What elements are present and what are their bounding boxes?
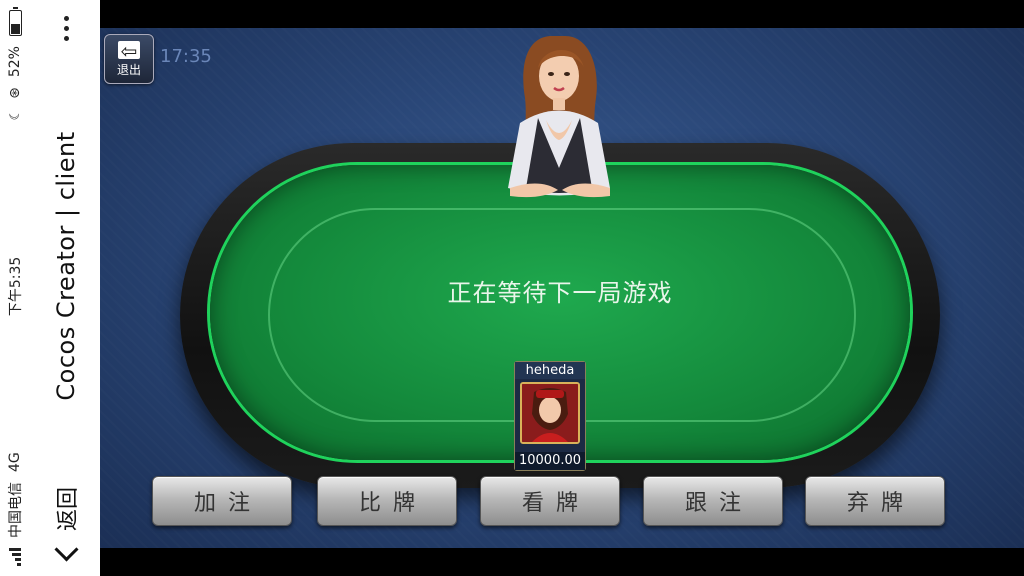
- letterbox-bar: [100, 548, 1024, 576]
- player-chip-count: 10000.00: [515, 452, 585, 470]
- network-label: 4G: [7, 452, 23, 472]
- dealer-illustration: [508, 36, 610, 198]
- chevron-left-icon: [53, 537, 79, 562]
- more-dot-icon: [63, 26, 69, 32]
- app-frame: 中国电信 4G 下午5:35 ☾ ⊛ 52% 返回 Cocos Creator …: [0, 0, 1024, 576]
- game-clock: 17:35: [160, 46, 212, 67]
- more-dot-icon: [63, 36, 69, 42]
- exit-button[interactable]: ⇦ 退出: [104, 34, 154, 84]
- view-cards-button[interactable]: 看牌: [480, 476, 620, 526]
- call-button[interactable]: 跟注: [643, 476, 783, 526]
- signal-icon: [9, 548, 21, 566]
- table-status-message: 正在等待下一局游戏: [447, 279, 673, 307]
- avatar-portrait-icon: [522, 384, 578, 442]
- exit-arrow-icon: ⇦: [118, 40, 140, 61]
- action-bar: 加注 比牌 看牌 跟注 弃牌: [100, 476, 1024, 531]
- more-dot-icon: [63, 16, 69, 22]
- fold-button[interactable]: 弃牌: [805, 476, 945, 526]
- lock-rotation-icon: ⊛: [7, 87, 23, 99]
- page-title: Cocos Creator | client: [52, 131, 80, 401]
- game-scene: ⇦ 退出 17:35 正在等待下一局游戏 heheda 10000.00 加注 …: [100, 28, 1024, 548]
- carrier-label: 中国电信: [8, 482, 24, 538]
- status-time: 下午5:35: [8, 256, 24, 317]
- more-menu-button[interactable]: [60, 12, 73, 45]
- battery-percent: 52%: [7, 46, 23, 78]
- navigation-row: 返回 Cocos Creator | client: [38, 0, 94, 576]
- player-name: heheda: [515, 362, 585, 379]
- battery-level: [10, 24, 20, 35]
- player-seat[interactable]: heheda 10000.00: [514, 361, 586, 471]
- back-label: 返回: [56, 486, 81, 531]
- raise-button[interactable]: 加注: [152, 476, 292, 526]
- compare-cards-button[interactable]: 比牌: [317, 476, 457, 526]
- back-button[interactable]: 返回: [50, 487, 82, 564]
- battery-icon: [8, 10, 22, 37]
- app-title-bar: 中国电信 4G 下午5:35 ☾ ⊛ 52% 返回 Cocos Creator …: [0, 0, 101, 576]
- status-bar: 中国电信 4G 下午5:35 ☾ ⊛ 52%: [0, 0, 30, 576]
- moon-icon: ☾: [7, 108, 23, 121]
- player-avatar: [520, 382, 580, 444]
- exit-label: 退出: [116, 62, 141, 77]
- game-view: ⇦ 退出 17:35 正在等待下一局游戏 heheda 10000.00 加注 …: [100, 0, 1024, 576]
